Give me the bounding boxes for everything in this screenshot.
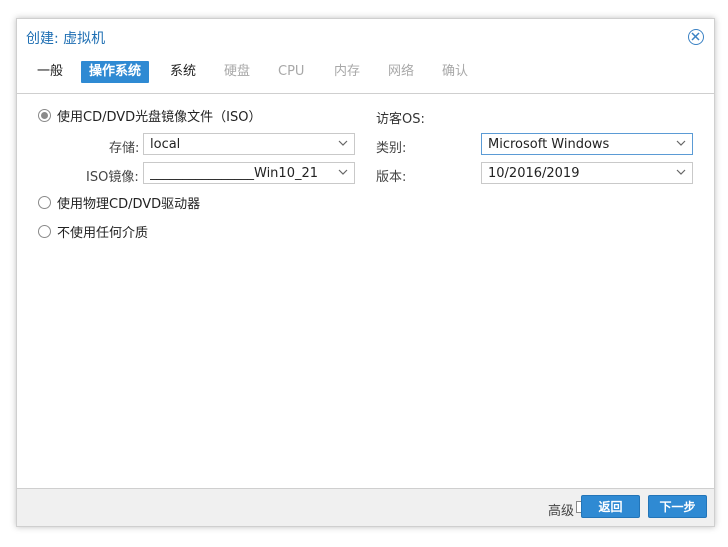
- advanced-label: 高级: [547, 504, 574, 519]
- use-iso-option[interactable]: 使用CD/DVD光盘镜像文件（ISO）: [38, 106, 262, 125]
- physical-drive-option[interactable]: 使用物理CD/DVD驱动器: [38, 193, 201, 212]
- iso-value: ________________Win10_21: [150, 166, 319, 181]
- os-type-select[interactable]: Microsoft Windows: [481, 133, 693, 155]
- use-iso-label: 使用CD/DVD光盘镜像文件（ISO）: [57, 109, 262, 125]
- os-version-label: 版本:: [376, 170, 407, 185]
- no-media-label: 不使用任何介质: [57, 225, 149, 241]
- tab-os[interactable]: 操作系统: [81, 61, 150, 83]
- no-media-radio[interactable]: [38, 224, 51, 238]
- close-icon: [691, 32, 700, 41]
- tab-memory[interactable]: 内存: [326, 61, 368, 83]
- tab-cpu[interactable]: CPU: [270, 61, 312, 83]
- os-panel: 使用CD/DVD光盘镜像文件（ISO） 存储: local ISO镜像: ___…: [17, 94, 714, 489]
- back-button[interactable]: 返回: [581, 495, 640, 518]
- close-button[interactable]: [688, 29, 704, 45]
- iso-select[interactable]: ________________Win10_21: [143, 162, 355, 184]
- chevron-down-icon: [676, 140, 686, 146]
- tab-general[interactable]: 一般: [29, 61, 71, 83]
- storage-select[interactable]: local: [143, 133, 355, 155]
- chevron-down-icon: [676, 169, 686, 175]
- tab-system[interactable]: 系统: [162, 61, 204, 83]
- os-type-label: 类别:: [376, 141, 407, 156]
- create-vm-dialog: 创建: 虚拟机 一般 操作系统 系统 硬盘 CPU 内存 网络 确认 使用CD/…: [16, 18, 715, 527]
- tab-confirm[interactable]: 确认: [434, 61, 476, 83]
- tab-disk[interactable]: 硬盘: [216, 61, 258, 83]
- os-type-value: Microsoft Windows: [488, 137, 610, 152]
- guest-os-heading: 访客OS:: [376, 112, 425, 127]
- no-media-option[interactable]: 不使用任何介质: [38, 222, 149, 241]
- physical-drive-radio[interactable]: [38, 195, 51, 209]
- chevron-down-icon: [338, 140, 348, 146]
- tab-network[interactable]: 网络: [380, 61, 422, 83]
- storage-value: local: [150, 137, 181, 152]
- iso-label: ISO镜像:: [86, 170, 139, 185]
- os-version-select[interactable]: 10/2016/2019: [481, 162, 693, 184]
- dialog-title: 创建: 虚拟机: [26, 31, 106, 47]
- dialog-footer: 高级 返回 下一步: [17, 488, 714, 526]
- physical-drive-label: 使用物理CD/DVD驱动器: [57, 196, 201, 212]
- chevron-down-icon: [338, 169, 348, 175]
- dialog-titlebar: 创建: 虚拟机: [17, 19, 714, 55]
- use-iso-radio[interactable]: [38, 108, 51, 122]
- next-button[interactable]: 下一步: [648, 495, 707, 518]
- storage-label: 存储:: [109, 141, 140, 156]
- os-version-value: 10/2016/2019: [488, 166, 580, 181]
